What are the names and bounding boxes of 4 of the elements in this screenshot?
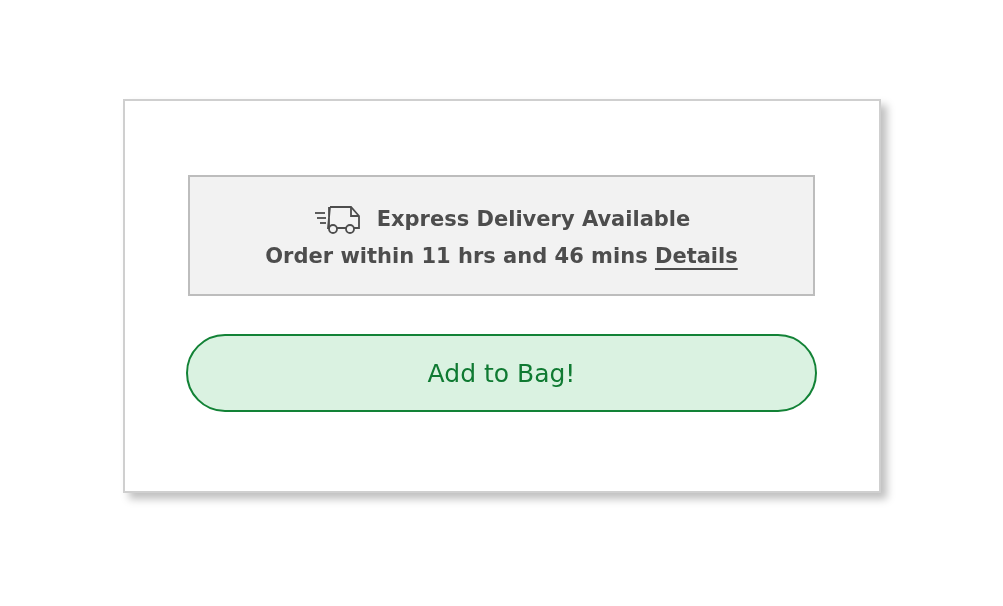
order-deadline-text: Order within 11 hrs and 46 mins Details xyxy=(265,243,738,268)
add-to-bag-button[interactable]: Add to Bag! xyxy=(186,334,817,412)
express-delivery-title: Express Delivery Available xyxy=(376,206,691,231)
details-link[interactable]: Details xyxy=(654,243,738,268)
